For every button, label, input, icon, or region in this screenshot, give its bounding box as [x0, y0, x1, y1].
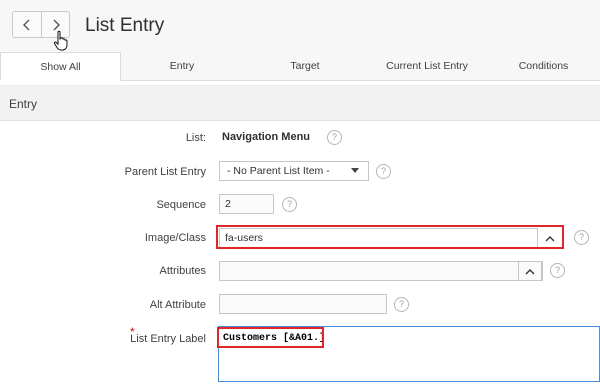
list-value: Navigation Menu — [222, 131, 311, 143]
help-icon[interactable]: ? — [550, 263, 565, 278]
sequence-label: Sequence — [156, 199, 206, 211]
alt-attribute-input[interactable] — [219, 294, 387, 314]
help-icon[interactable]: ? — [327, 130, 342, 145]
help-icon[interactable]: ? — [574, 230, 589, 245]
chevron-right-icon — [53, 19, 60, 30]
chevron-left-icon — [23, 19, 30, 30]
tab-show-all[interactable]: Show All — [0, 52, 121, 81]
list-label: List: — [185, 132, 206, 144]
page-header: List Entry — [0, 0, 600, 52]
attributes-input[interactable] — [219, 261, 543, 281]
parent-list-entry-value: - No Parent List Item - — [227, 165, 330, 177]
sequence-input[interactable] — [219, 194, 274, 214]
entry-region-header: Entry — [0, 85, 600, 121]
chevron-up-icon — [525, 268, 535, 274]
image-class-label: Image/Class — [144, 232, 206, 244]
tab-bar: Show All Entry Target Current List Entry… — [0, 52, 600, 81]
alt-attribute-label: Alt Attribute — [149, 299, 206, 311]
previous-button[interactable] — [12, 11, 41, 38]
parent-list-entry-select[interactable]: - No Parent List Item - — [219, 161, 369, 181]
region-title: Entry — [9, 97, 38, 111]
tab-entry[interactable]: Entry — [121, 52, 243, 80]
attributes-expand-button[interactable] — [518, 261, 542, 281]
attributes-label: Attributes — [159, 265, 206, 277]
tab-target[interactable]: Target — [243, 52, 367, 80]
page-title: List Entry — [85, 15, 165, 36]
list-entry-label-highlight — [217, 327, 324, 348]
list-entry-label-label: List Entry Label — [130, 333, 206, 345]
help-icon[interactable]: ? — [282, 197, 297, 212]
tab-conditions[interactable]: Conditions — [487, 52, 600, 80]
image-class-highlight — [216, 225, 564, 249]
help-icon[interactable]: ? — [394, 297, 409, 312]
hand-cursor-icon — [53, 30, 68, 51]
tab-current-list-entry[interactable]: Current List Entry — [367, 52, 487, 80]
help-icon[interactable]: ? — [376, 164, 391, 179]
parent-list-entry-label: Parent List Entry — [124, 166, 206, 178]
chevron-down-icon — [351, 168, 359, 173]
